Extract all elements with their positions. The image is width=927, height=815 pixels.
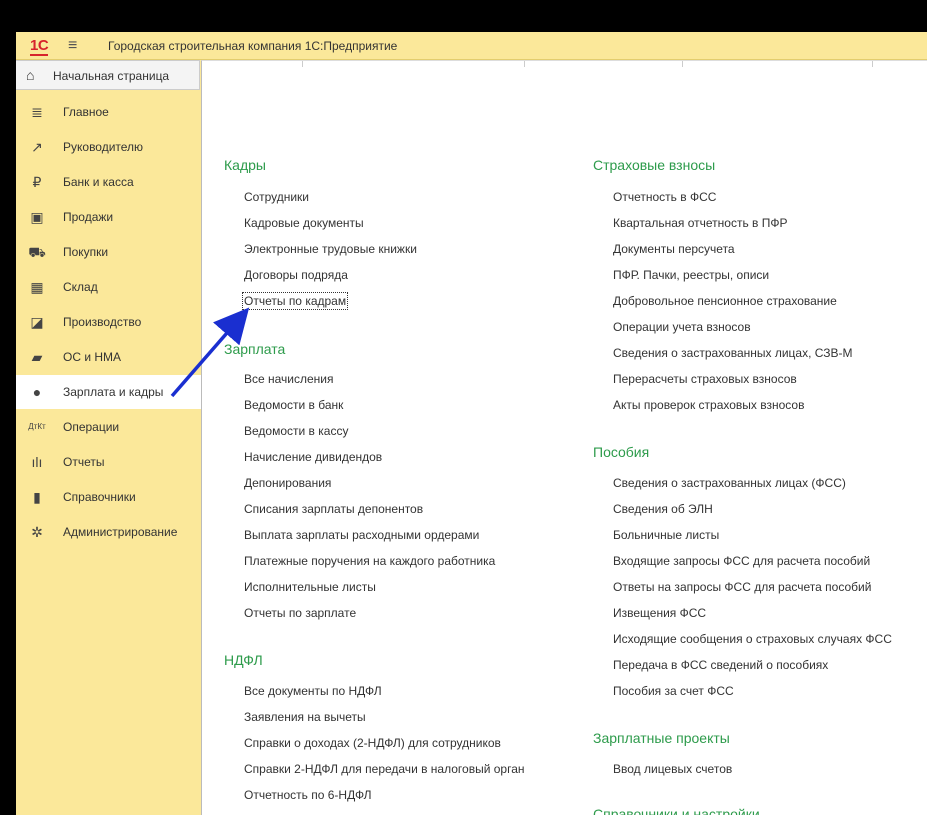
cart-icon: ⛟ bbox=[28, 244, 46, 260]
sidebar-item-label: Отчеты bbox=[63, 455, 105, 469]
link-spisaniya-deponentov[interactable]: Списания зарплаты депонентов bbox=[244, 502, 423, 516]
link-deponirovaniya[interactable]: Депонирования bbox=[244, 476, 331, 490]
link-peredacha-v-fss[interactable]: Передача в ФСС сведений о пособиях bbox=[613, 658, 828, 672]
tab-divider bbox=[302, 61, 303, 67]
sidebar-item-label: Операции bbox=[63, 420, 120, 434]
sidebar-item-label: Склад bbox=[63, 280, 98, 294]
link-ispolnitelnye-listy[interactable]: Исполнительные листы bbox=[244, 580, 376, 594]
tab-divider bbox=[524, 61, 525, 67]
bar-chart-icon: ılı bbox=[31, 454, 43, 470]
link-svedeniya-eln[interactable]: Сведения об ЭЛН bbox=[613, 502, 713, 516]
sidebar-item-administrirovanie[interactable]: ✲ Администрирование bbox=[16, 515, 201, 549]
section-title-posobiya: Пособия bbox=[593, 444, 650, 460]
link-elektronnye-trudovye[interactable]: Электронные трудовые книжки bbox=[244, 242, 417, 256]
section-title-zarplata: Зарплата bbox=[224, 341, 286, 357]
tab-divider bbox=[872, 61, 873, 67]
link-dogovory-podryada[interactable]: Договоры подряда bbox=[244, 268, 348, 282]
section-title-kadry: Кадры bbox=[224, 157, 266, 173]
sidebar-item-pokupki[interactable]: ⛟ Покупки bbox=[16, 235, 201, 269]
sidebar-item-proizvodstvo[interactable]: ◪ Производство bbox=[16, 305, 201, 339]
section-title-zarplatnye-proekty: Зарплатные проекты bbox=[593, 730, 730, 746]
sidebar-item-spravochniki[interactable]: ▮ Справочники bbox=[16, 480, 201, 514]
sidebar-item-operacii[interactable]: ДтКт Операции bbox=[16, 410, 201, 444]
link-dokumenty-persucheta[interactable]: Документы персучета bbox=[613, 242, 735, 256]
link-kadrovye-dokumenty[interactable]: Кадровые документы bbox=[244, 216, 364, 230]
link-svedeniya-fss[interactable]: Сведения о застрахованных лицах (ФСС) bbox=[613, 476, 846, 490]
sidebar-item-sklad[interactable]: ▦ Склад bbox=[16, 270, 201, 304]
factory-icon: ◪ bbox=[30, 314, 44, 330]
sidebar-item-zarplata-kadry[interactable]: ● Зарплата и кадры bbox=[16, 375, 201, 409]
trend-icon: ↗ bbox=[31, 139, 43, 155]
1c-logo: 1С bbox=[30, 37, 49, 56]
link-vse-nachisleniya[interactable]: Все начисления bbox=[244, 372, 334, 386]
ruble-coin-icon: ₽ bbox=[32, 174, 42, 190]
sidebar-item-bank[interactable]: ₽ Банк и касса bbox=[16, 165, 201, 199]
sidebar-item-label: Производство bbox=[63, 315, 142, 329]
link-svedeniya-szv-m[interactable]: Сведения о застрахованных лицах, СЗВ-М bbox=[613, 346, 853, 360]
link-spravki-2ndfl-sotrudnikov[interactable]: Справки о доходах (2-НДФЛ) для сотрудник… bbox=[244, 736, 501, 750]
person-icon: ● bbox=[32, 384, 42, 400]
app-window: 1С ≡ Городская строительная компания 1С:… bbox=[16, 32, 927, 815]
link-pereraschety-vznosov[interactable]: Перерасчеты страховых взносов bbox=[613, 372, 797, 386]
content-area: Кадры Сотрудники Кадровые документы Элек… bbox=[201, 60, 927, 815]
debit-credit-icon: ДтКт bbox=[28, 422, 46, 431]
link-sotrudniki[interactable]: Сотрудники bbox=[244, 190, 309, 204]
sidebar-item-label: ОС и НМА bbox=[63, 350, 122, 364]
link-vvod-litsevykh-schetov[interactable]: Ввод лицевых счетов bbox=[613, 762, 732, 776]
link-akty-proverok[interactable]: Акты проверок страховых взносов bbox=[613, 398, 804, 412]
link-vyplata-raskhodnymi[interactable]: Выплата зарплаты расходными ордерами bbox=[244, 528, 479, 542]
tab-divider bbox=[682, 61, 683, 67]
section-title-strakhovye-vznosy: Страховые взносы bbox=[593, 157, 716, 173]
sidebar-item-label: Руководителю bbox=[63, 140, 144, 154]
link-otchety-po-zarplate[interactable]: Отчеты по зарплате bbox=[244, 606, 356, 620]
section-title-spravochniki-nastroiki: Справочники и настройки bbox=[593, 806, 760, 815]
link-otchetnost-6ndfl[interactable]: Отчетность по 6-НДФЛ bbox=[244, 788, 372, 802]
list-icon: ≣ bbox=[31, 104, 43, 120]
sidebar-item-rukovoditelyu[interactable]: ↗ Руководителю bbox=[16, 130, 201, 164]
truck-icon: ▰ bbox=[31, 349, 43, 365]
link-otchety-po-kadram[interactable]: Отчеты по кадрам bbox=[241, 292, 349, 310]
sidebar-item-label: Банк и касса bbox=[63, 175, 134, 189]
link-otchetnost-fss[interactable]: Отчетность в ФСС bbox=[613, 190, 716, 204]
link-bolnichnye-listy[interactable]: Больничные листы bbox=[613, 528, 719, 542]
link-nachislenie-dividendov[interactable]: Начисление дивидендов bbox=[244, 450, 382, 464]
link-posobiya-za-schet-fss[interactable]: Пособия за счет ФСС bbox=[613, 684, 734, 698]
link-vkhodyashchie-zaprosy[interactable]: Входящие запросы ФСС для расчета пособий bbox=[613, 554, 870, 568]
sidebar-item-label: Справочники bbox=[63, 490, 136, 504]
link-spravki-2ndfl-nalogovyi[interactable]: Справки 2-НДФЛ для передачи в налоговый … bbox=[244, 762, 525, 776]
link-operacii-ucheta-vznosov[interactable]: Операции учета взносов bbox=[613, 320, 751, 334]
book-icon: ▮ bbox=[33, 489, 41, 505]
link-kvartalnaya-pfr[interactable]: Квартальная отчетность в ПФР bbox=[613, 216, 788, 230]
sidebar-item-label: Администрирование bbox=[63, 525, 178, 539]
title-bar: 1С ≡ Городская строительная компания 1С:… bbox=[16, 32, 927, 60]
link-pfr-pachki[interactable]: ПФР. Пачки, реестры, описи bbox=[613, 268, 769, 282]
link-vedomosti-v-kassu[interactable]: Ведомости в кассу bbox=[244, 424, 348, 438]
sidebar-item-glavnoe[interactable]: ≣ Главное bbox=[16, 95, 201, 129]
home-icon: ⌂ bbox=[26, 67, 35, 83]
home-tab[interactable]: ⌂ Начальная страница bbox=[16, 60, 200, 90]
link-vedomosti-v-bank[interactable]: Ведомости в банк bbox=[244, 398, 343, 412]
shopping-bag-icon: ▣ bbox=[30, 209, 44, 225]
sidebar-item-label: Покупки bbox=[63, 245, 109, 259]
sidebar-item-label: Главное bbox=[63, 105, 109, 119]
link-otvety-na-zaprosy[interactable]: Ответы на запросы ФСС для расчета пособи… bbox=[613, 580, 871, 594]
sidebar-item-os-nma[interactable]: ▰ ОС и НМА bbox=[16, 340, 201, 374]
sidebar-item-otchety[interactable]: ılı Отчеты bbox=[16, 445, 201, 479]
sidebar: ⌂ Начальная страница ≣ Главное ↗ Руковод… bbox=[16, 60, 201, 815]
sidebar-item-label: Зарплата и кадры bbox=[63, 385, 164, 399]
sidebar-item-prodazhi[interactable]: ▣ Продажи bbox=[16, 200, 201, 234]
sidebar-item-label: Продажи bbox=[63, 210, 114, 224]
link-vse-dokumenty-ndfl[interactable]: Все документы по НДФЛ bbox=[244, 684, 382, 698]
link-izveshcheniya-fss[interactable]: Извещения ФСС bbox=[613, 606, 706, 620]
link-dobrovolnoe-strakhovanie[interactable]: Добровольное пенсионное страхование bbox=[613, 294, 837, 308]
window-title: Городская строительная компания 1С:Предп… bbox=[108, 39, 398, 53]
link-platezhnye-porucheniya[interactable]: Платежные поручения на каждого работника bbox=[244, 554, 495, 568]
warehouse-icon: ▦ bbox=[30, 279, 44, 295]
link-zayavleniya-na-vychety[interactable]: Заявления на вычеты bbox=[244, 710, 366, 724]
home-tab-label: Начальная страница bbox=[53, 69, 170, 83]
link-iskhodyashchie-soobshcheniya[interactable]: Исходящие сообщения о страховых случаях … bbox=[613, 632, 892, 646]
gear-icon: ✲ bbox=[31, 524, 43, 540]
hamburger-menu-icon[interactable]: ≡ bbox=[68, 37, 77, 55]
section-title-ndfl: НДФЛ bbox=[224, 652, 263, 668]
